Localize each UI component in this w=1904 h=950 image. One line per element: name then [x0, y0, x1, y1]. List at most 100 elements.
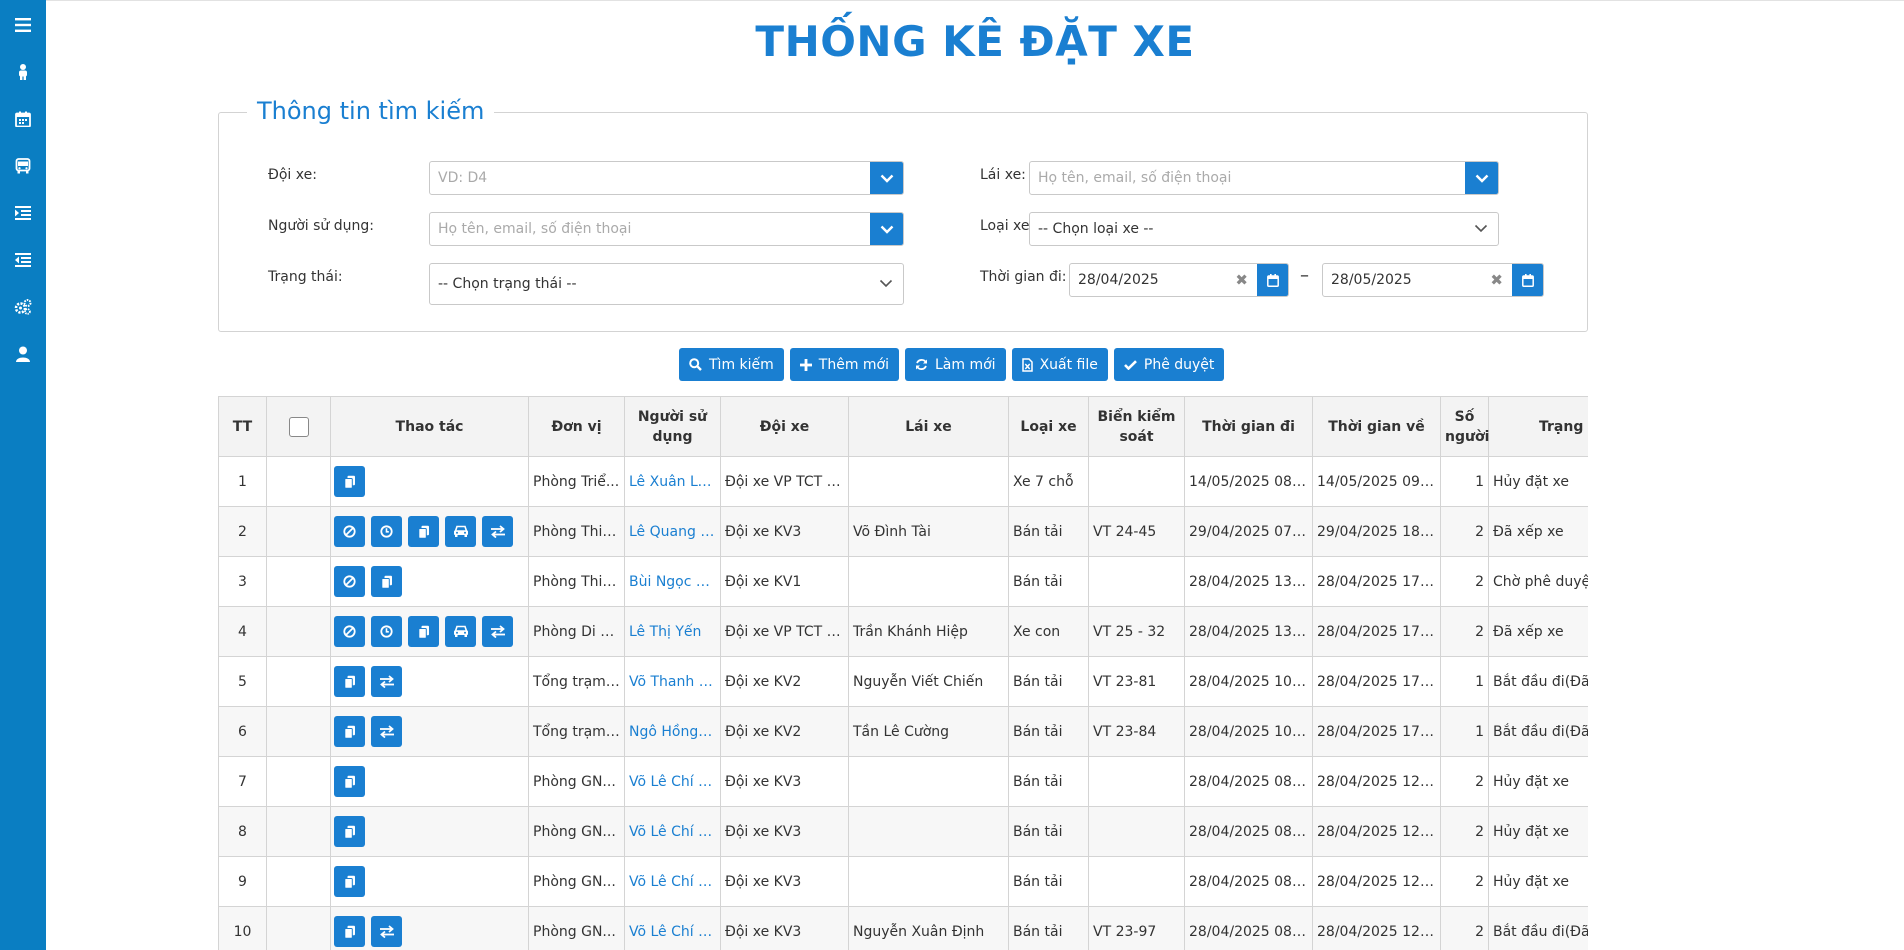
list-outdent-icon[interactable] [8, 245, 38, 275]
clock-button[interactable] [371, 616, 402, 647]
clear-icon[interactable]: ✖ [1235, 264, 1248, 296]
cell-type: Xe 7 chỗ [1008, 456, 1089, 507]
cell-driver: Nguyễn Xuân Định [848, 906, 1009, 950]
copy-button[interactable] [334, 466, 365, 497]
chevron-down-icon [879, 279, 893, 288]
cell-select[interactable] [266, 606, 331, 657]
search-button[interactable]: Tìm kiếm [679, 348, 784, 381]
cell-depart: 28/04/2025 13:30 [1184, 556, 1313, 607]
chevron-down-icon[interactable] [870, 213, 903, 245]
user-input[interactable]: Họ tên, email, số điện thoại [429, 212, 904, 246]
cell-select[interactable] [266, 856, 331, 907]
copy-button[interactable] [408, 516, 439, 547]
col-unit: Đơn vị [528, 396, 625, 457]
calendar-icon[interactable] [8, 104, 38, 134]
cell-select[interactable] [266, 706, 331, 757]
swap-button[interactable] [482, 616, 513, 647]
cancel-button[interactable] [334, 616, 365, 647]
copy-icon [343, 725, 356, 739]
chevron-down-icon[interactable] [1465, 162, 1498, 194]
table-row: 8 Phòng GN... Võ Lê Chí T... Đội xe KV3 Bán … [218, 806, 1588, 857]
copy-button[interactable] [334, 716, 365, 747]
vehicle-type-select[interactable]: -- Chọn loại xe -- [1029, 212, 1499, 246]
cell-people: 1 [1440, 456, 1489, 507]
add-button[interactable]: Thêm mới [789, 348, 899, 381]
calendar-icon[interactable] [1512, 264, 1543, 296]
cell-unit: Phòng Di đ... [528, 606, 625, 657]
driver-input[interactable]: Họ tên, email, số điện thoại [1029, 161, 1499, 195]
copy-icon [343, 875, 356, 889]
cell-user-link[interactable]: Võ Thanh P... [624, 656, 721, 707]
clear-icon[interactable]: ✖ [1490, 264, 1503, 296]
cell-user-link[interactable]: Võ Lê Chí T... [624, 906, 721, 950]
sidebar [0, 0, 46, 950]
approve-button[interactable]: Phê duyệt [1113, 348, 1225, 381]
cell-fleet: Đội xe KV1 [720, 556, 849, 607]
cell-user-link[interactable]: Lê Quang Hà [624, 506, 721, 557]
cell-return: 28/04/2025 17:02 [1312, 706, 1441, 757]
cogs-icon[interactable] [8, 292, 38, 322]
cell-user-link[interactable]: Võ Lê Chí T... [624, 806, 721, 857]
cell-user-link[interactable]: Lê Thị Yến [624, 606, 721, 657]
calendar-icon[interactable] [1257, 264, 1288, 296]
cell-driver: Trần Khánh Hiệp [848, 606, 1009, 657]
swap-button[interactable] [371, 916, 402, 947]
cell-fleet: Đội xe KV3 [720, 806, 849, 857]
fleet-input[interactable]: VD: D4 [429, 161, 904, 195]
cell-select[interactable] [266, 806, 331, 857]
cell-select[interactable] [266, 656, 331, 707]
account-icon[interactable] [8, 339, 38, 369]
cancel-button[interactable] [334, 566, 365, 597]
search-icon [689, 358, 702, 371]
user-icon[interactable] [8, 57, 38, 87]
clock-button[interactable] [371, 516, 402, 547]
cell-select[interactable] [266, 506, 331, 557]
copy-button[interactable] [334, 766, 365, 797]
swap-icon [379, 675, 395, 688]
cell-plate: VT 24-45 [1088, 506, 1185, 557]
car-icon [453, 625, 469, 638]
cell-depart: 28/04/2025 08:30 [1184, 856, 1313, 907]
cell-user-link[interactable]: Lê Xuân Luật [624, 456, 721, 507]
cell-select[interactable] [266, 756, 331, 807]
col-driver: Lái xe [848, 396, 1009, 457]
cell-select[interactable] [266, 456, 331, 507]
status-select[interactable]: -- Chọn trạng thái -- [429, 263, 904, 305]
copy-button[interactable] [334, 866, 365, 897]
cell-status: Bắt đầu đi(Đã c [1488, 706, 1588, 757]
cell-user-link[interactable]: Võ Lê Chí T... [624, 756, 721, 807]
list-indent-icon[interactable] [8, 198, 38, 228]
cell-actions [330, 706, 529, 757]
cell-user-link[interactable]: Ngô Hồng ... [624, 706, 721, 757]
copy-button[interactable] [371, 566, 402, 597]
cell-fleet: Đội xe VP TCT V... [720, 456, 849, 507]
cell-actions [330, 456, 529, 507]
copy-button[interactable] [334, 666, 365, 697]
car-button[interactable] [445, 516, 476, 547]
cell-select[interactable] [266, 556, 331, 607]
cell-user-link[interactable]: Bùi Ngọc H... [624, 556, 721, 607]
col-plate: Biển kiểm soát [1088, 396, 1185, 457]
copy-button[interactable] [334, 816, 365, 847]
export-button[interactable]: Xuất file [1011, 348, 1108, 381]
copy-icon [343, 825, 356, 839]
copy-button[interactable] [408, 616, 439, 647]
select-all-checkbox[interactable] [288, 416, 309, 437]
cell-fleet: Đội xe KV3 [720, 906, 849, 950]
date-from-input[interactable]: 28/04/2025 ✖ [1069, 263, 1289, 297]
cell-user-link[interactable]: Võ Lê Chí T... [624, 856, 721, 907]
refresh-button[interactable]: Làm mới [905, 348, 1006, 381]
swap-button[interactable] [482, 516, 513, 547]
car-button[interactable] [445, 616, 476, 647]
swap-button[interactable] [371, 666, 402, 697]
cell-unit: Tổng trạm ... [528, 706, 625, 757]
cancel-button[interactable] [334, 516, 365, 547]
chevron-down-icon[interactable] [870, 162, 903, 194]
cell-depart: 29/04/2025 07:30 [1184, 506, 1313, 557]
date-to-input[interactable]: 28/05/2025 ✖ [1322, 263, 1544, 297]
bus-icon[interactable] [8, 151, 38, 181]
cell-select[interactable] [266, 906, 331, 950]
swap-button[interactable] [371, 716, 402, 747]
menu-icon[interactable] [8, 10, 38, 40]
copy-button[interactable] [334, 916, 365, 947]
